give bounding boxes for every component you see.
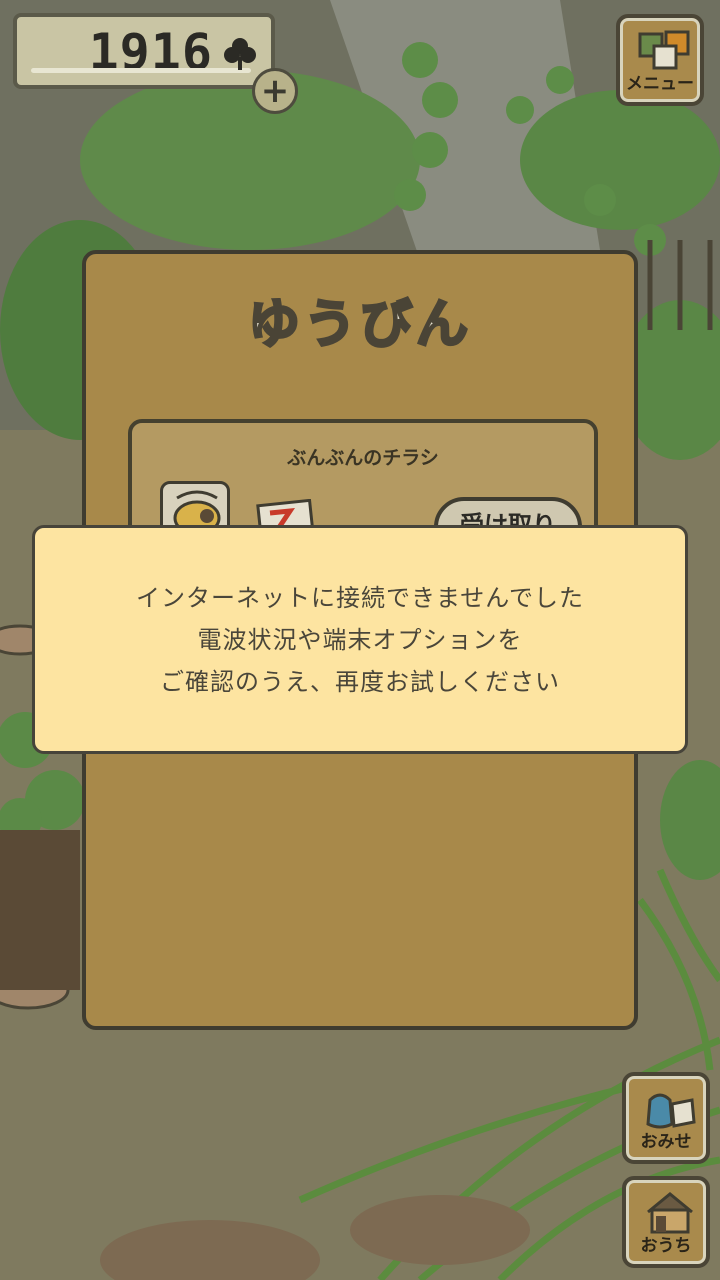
connection-error-dialog[interactable]: インターネットに接続できませんでした 電波状況や端末オプションを ご確認のうえ、… — [32, 525, 688, 754]
clover-icon — [224, 38, 256, 70]
shop-label: おみせ — [640, 1132, 692, 1152]
error-message-line: ご確認のうえ、再度お試しください — [160, 667, 560, 696]
shop-button[interactable]: おみせ — [622, 1072, 710, 1164]
clover-counter: 1916 — [13, 13, 275, 89]
plus-icon: + — [260, 71, 290, 111]
house-icon — [647, 1192, 693, 1234]
menu-label: メニュー — [626, 74, 694, 94]
error-message-line: 電波状況や端末オプションを — [197, 625, 523, 654]
mail-item-title: ぶんぶんのチラシ — [287, 447, 439, 469]
mail-panel-title: ゆうびん — [246, 294, 472, 357]
error-message-line: インターネットに接続できませんでした — [135, 583, 585, 612]
menu-button[interactable]: メニュー — [616, 14, 704, 106]
home-button[interactable]: おうち — [622, 1176, 710, 1268]
shop-bag-icon — [646, 1093, 696, 1129]
counter-underline — [31, 68, 251, 73]
menu-icon — [638, 30, 690, 70]
home-label: おうち — [640, 1236, 692, 1256]
add-clover-button[interactable]: + — [252, 68, 298, 114]
